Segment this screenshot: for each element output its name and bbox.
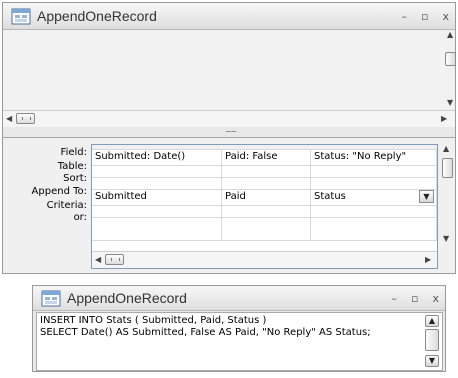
sql-line-insert[interactable]: INSERT INTO Stats ( Submitted, Paid, Sta… [40, 315, 266, 327]
sql-view-window: AppendOneRecord – ▫ x INSERT INTO Stats … [32, 285, 446, 372]
sql-window-title: AppendOneRecord [67, 290, 187, 306]
table-pane-horizontal-scrollbar[interactable]: ◀ ▶ [3, 110, 455, 128]
vertical-scroll-thumb[interactable] [442, 158, 453, 178]
grid-vertical-scrollbar[interactable]: ▲ ▼ [439, 142, 455, 257]
sql-vertical-scrollbar[interactable]: ▲ ▼ [425, 315, 441, 367]
field-cell-paid[interactable]: Paid: False [222, 149, 310, 165]
query-design-grid[interactable]: Submitted: Date() Paid: False Status: "N… [91, 144, 438, 269]
query-window-icon [41, 290, 61, 307]
horizontal-scroll-thumb[interactable] [16, 113, 35, 124]
sql-line-select[interactable]: SELECT Date() AS Submitted, False AS Pai… [40, 327, 371, 339]
table-cell[interactable] [92, 165, 221, 177]
close-button[interactable]: x [432, 292, 439, 305]
minimize-button[interactable]: – [392, 292, 398, 305]
close-button[interactable]: x [442, 10, 449, 23]
scroll-left-arrow-icon[interactable]: ◀ [95, 255, 101, 264]
append-to-cell-submitted[interactable]: Submitted [92, 189, 221, 205]
append-to-cell-status[interactable]: Status [311, 189, 411, 205]
or-cell[interactable] [92, 217, 221, 229]
row-label-table: Table: [57, 161, 87, 172]
scroll-up-arrow-icon[interactable]: ▲ [425, 315, 439, 327]
splitter-grip-icon[interactable]: ········· [225, 128, 237, 136]
design-grid-area: Field: Table: Sort: Append To: Criteria:… [3, 138, 455, 273]
scroll-left-arrow-icon[interactable]: ◀ [6, 114, 12, 123]
row-label-criteria: Criteria: [46, 200, 87, 211]
pane-splitter[interactable]: ········· [3, 127, 455, 138]
table-pane[interactable] [3, 30, 447, 110]
scroll-down-arrow-icon[interactable]: ▼ [443, 234, 449, 243]
scroll-down-arrow-icon[interactable]: ▼ [447, 98, 453, 107]
sql-window-titlebar[interactable]: AppendOneRecord – ▫ x [33, 286, 445, 311]
query-window-title: AppendOneRecord [37, 8, 157, 24]
row-labels: Field: Table: Sort: Append To: Criteria:… [3, 146, 87, 224]
scroll-down-arrow-icon[interactable]: ▼ [425, 355, 439, 367]
maximize-button[interactable]: ▫ [411, 292, 418, 305]
grid-horizontal-scrollbar[interactable]: ◀ ▶ [92, 251, 437, 268]
append-to-cell-paid[interactable]: Paid [222, 189, 310, 205]
scroll-up-arrow-icon[interactable]: ▲ [447, 30, 453, 39]
scroll-up-arrow-icon[interactable]: ▲ [443, 144, 449, 153]
maximize-button[interactable]: ▫ [421, 10, 428, 23]
query-design-window: AppendOneRecord – ▫ x ▲ ▼ ◀ ▶ ········· … [2, 2, 456, 274]
vertical-scroll-thumb[interactable] [425, 329, 439, 351]
scroll-right-arrow-icon[interactable]: ▶ [441, 114, 447, 123]
row-label-sort: Sort: [63, 173, 87, 184]
table-pane-vertical-scrollbar[interactable]: ▲ ▼ [445, 30, 456, 110]
sql-text-editor[interactable]: INSERT INTO Stats ( Submitted, Paid, Sta… [36, 312, 443, 371]
vertical-scroll-thumb[interactable] [445, 52, 456, 66]
field-cell-submitted[interactable]: Submitted: Date() [92, 149, 221, 165]
query-window-titlebar[interactable]: AppendOneRecord – ▫ x [3, 3, 455, 30]
horizontal-scroll-thumb[interactable] [105, 254, 124, 265]
query-window-icon [11, 8, 31, 25]
row-label-or: or: [73, 212, 87, 223]
criteria-cell[interactable] [92, 205, 221, 217]
chevron-down-icon[interactable]: ▼ [419, 190, 434, 203]
scroll-right-arrow-icon[interactable]: ▶ [425, 255, 431, 264]
minimize-button[interactable]: – [402, 10, 408, 23]
sort-cell[interactable] [92, 177, 221, 189]
field-cell-status[interactable]: Status: "No Reply" [311, 149, 436, 165]
row-label-field: Field: [60, 147, 87, 158]
row-label-append-to: Append To: [31, 186, 87, 197]
